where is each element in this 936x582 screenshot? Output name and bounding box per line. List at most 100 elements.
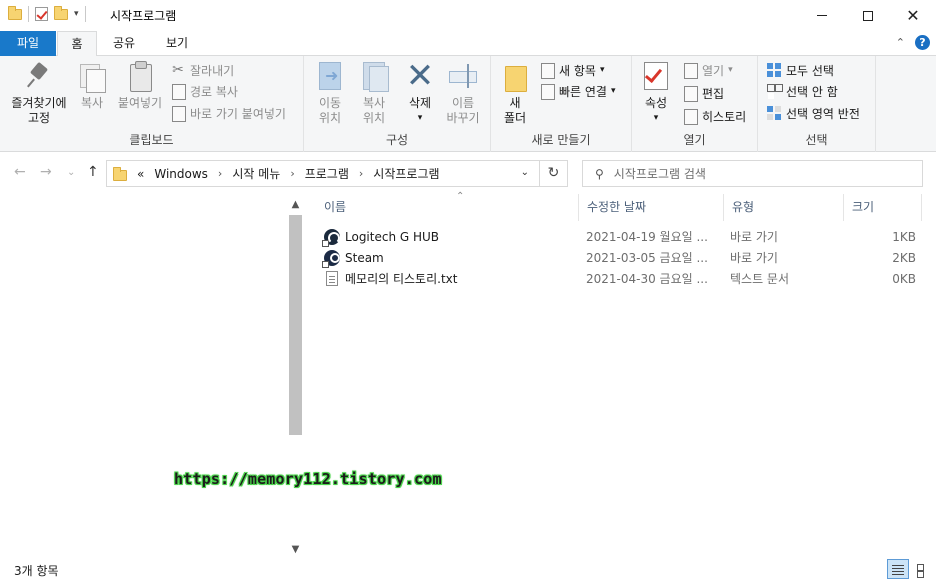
recent-locations-chevron-icon[interactable]: ⌄ (67, 167, 75, 178)
new-folder-icon[interactable] (54, 5, 68, 20)
scrollbar-thumb[interactable] (289, 215, 302, 435)
properties-icon[interactable] (35, 7, 48, 21)
up-arrow-icon[interactable]: ↑ (87, 164, 99, 180)
tab-home[interactable]: 홈 (57, 31, 97, 57)
breadcrumb-overflow[interactable]: « (137, 167, 144, 181)
refresh-button[interactable]: ↻ (540, 160, 568, 187)
file-name: Logitech G HUB (345, 229, 440, 244)
copy-path-button[interactable]: 경로 복사 (170, 81, 238, 101)
breadcrumb-start-menu[interactable]: 시작 메뉴 (232, 165, 280, 182)
delete-button[interactable]: ✕ 삭제 ▾ (400, 59, 440, 126)
large-icons-view-icon[interactable] (911, 559, 933, 579)
select-none-icon (766, 83, 783, 99)
file-type: 텍스트 문서 (730, 272, 790, 286)
ribbon: 즐겨찾기에 고정 복사 붙여넣기 ✂ 잘라내기 경로 복사 바로 가기 붙여넣기… (0, 56, 936, 152)
tab-share[interactable]: 공유 (104, 31, 144, 56)
breadcrumb-programs[interactable]: 프로그램 (305, 165, 349, 182)
move-to-label-line2: 위치 (318, 111, 342, 125)
group-open: 속성 ▾ 열기 ▾ 편집 히스토리 열기 (632, 56, 758, 152)
chevron-down-icon: ▾ (653, 113, 659, 123)
cut-button[interactable]: ✂ 잘라내기 (170, 60, 234, 80)
folder-icon (8, 5, 22, 20)
collapse-ribbon-icon[interactable]: ⌃ (896, 36, 905, 49)
history-label: 히스토리 (702, 109, 747, 124)
select-none-button[interactable]: 선택 안 함 (766, 81, 838, 101)
back-arrow-icon[interactable]: ← (14, 164, 26, 180)
scroll-up-icon[interactable]: ▲ (287, 196, 304, 213)
maximize-icon (863, 10, 873, 21)
chevron-down-icon: ▾ (599, 65, 605, 75)
move-to-label-line1: 이동 (318, 96, 342, 110)
address-bar[interactable]: « Windows › 시작 메뉴 › 프로그램 › 시작프로그램 ⌄ (106, 160, 540, 187)
move-to-button[interactable]: 이동 위치 (308, 60, 352, 126)
navigation-pane[interactable] (0, 194, 287, 558)
properties-icon (640, 60, 672, 92)
pin-label-line2: 고정 (27, 111, 51, 125)
invert-selection-label: 선택 영역 반전 (786, 106, 860, 121)
copy-button[interactable]: 복사 (74, 60, 110, 111)
edit-button[interactable]: 편집 (682, 83, 724, 103)
column-header-name[interactable]: ⌃ 이름 (316, 192, 579, 221)
copy-to-button[interactable]: 복사 위치 (352, 60, 396, 126)
paste-shortcut-icon (170, 105, 186, 122)
group-label-open: 열기 (683, 133, 706, 147)
address-history-chevron-icon[interactable]: ⌄ (521, 167, 529, 178)
history-button[interactable]: 히스토리 (682, 106, 746, 126)
minimize-button[interactable] (799, 0, 845, 31)
details-view-icon[interactable] (887, 559, 909, 579)
history-icon (682, 108, 698, 125)
select-all-button[interactable]: 모두 선택 (766, 60, 834, 80)
maximize-button[interactable] (845, 0, 891, 31)
pin-icon (23, 60, 55, 92)
breadcrumb-separator-icon[interactable]: › (218, 167, 222, 180)
open-button[interactable]: 열기 ▾ (682, 60, 733, 80)
invert-selection-icon (766, 105, 782, 121)
edit-icon (682, 85, 698, 102)
rename-button[interactable]: 이름 바꾸기 (440, 60, 486, 126)
copy-to-icon (358, 60, 390, 92)
navigation-pane-scrollbar[interactable]: ▲ ▼ (287, 194, 304, 558)
file-date: 2021-04-30 금요일 ... (586, 272, 708, 286)
column-header-date[interactable]: 수정한 날짜 (579, 194, 724, 221)
delete-label: 삭제 (408, 96, 432, 110)
copy-label: 복사 (80, 96, 104, 110)
new-folder-label-line1: 새 (509, 96, 521, 110)
scroll-down-icon[interactable]: ▼ (287, 541, 304, 558)
new-folder-button[interactable]: 새 폴더 (495, 60, 535, 126)
column-header-type[interactable]: 유형 (724, 194, 844, 221)
column-header-size[interactable]: 크기 (844, 194, 922, 221)
item-count: 3개 항목 (14, 564, 59, 578)
breadcrumb-separator-icon[interactable]: › (290, 167, 294, 180)
tab-file[interactable]: 파일 (0, 31, 56, 56)
properties-button[interactable]: 속성 ▾ (636, 60, 676, 126)
easy-access-button[interactable]: 빠른 연결 ▾ (539, 81, 616, 101)
file-size: 0KB (892, 271, 916, 286)
chevron-down-icon: ▾ (417, 113, 423, 123)
rename-icon (447, 60, 479, 92)
pin-to-quick-access-button[interactable]: 즐겨찾기에 고정 (4, 60, 74, 126)
file-type: 바로 가기 (730, 251, 778, 265)
search-icon: ⚲ (595, 166, 604, 181)
search-box[interactable]: ⚲ 시작프로그램 검색 (582, 160, 923, 187)
paste-button[interactable]: 붙여넣기 (112, 60, 168, 111)
text-file-icon (326, 271, 338, 286)
paste-shortcut-button[interactable]: 바로 가기 붙여넣기 (170, 103, 286, 123)
properties-label: 속성 (644, 96, 668, 110)
chevron-down-icon[interactable]: ▾ (74, 9, 79, 19)
close-button[interactable]: ✕ (890, 0, 936, 31)
file-name-cell: Logitech G HUB (322, 228, 440, 247)
breadcrumb-startup[interactable]: 시작프로그램 (373, 165, 439, 182)
tab-view[interactable]: 보기 (157, 31, 197, 56)
file-row[interactable]: Logitech G HUB 2021-04-19 월요일 ... 바로 가기 … (316, 226, 924, 247)
breadcrumb-separator-icon[interactable]: › (359, 167, 363, 180)
ribbon-tabs: 파일 홈 공유 보기 ⌃ ? (0, 31, 936, 57)
folder-icon (113, 166, 127, 181)
breadcrumb-windows[interactable]: Windows (154, 167, 208, 181)
invert-selection-button[interactable]: 선택 영역 반전 (766, 103, 860, 123)
file-row[interactable]: 메모리의 티스토리.txt 2021-04-30 금요일 ... 텍스트 문서 … (316, 268, 924, 289)
clipboard-icon (124, 60, 156, 92)
new-item-button[interactable]: 새 항목 ▾ (539, 60, 604, 80)
help-icon[interactable]: ? (915, 35, 930, 50)
forward-arrow-icon[interactable]: → (40, 164, 52, 180)
file-row[interactable]: Steam 2021-03-05 금요일 ... 바로 가기 2KB (316, 247, 924, 268)
